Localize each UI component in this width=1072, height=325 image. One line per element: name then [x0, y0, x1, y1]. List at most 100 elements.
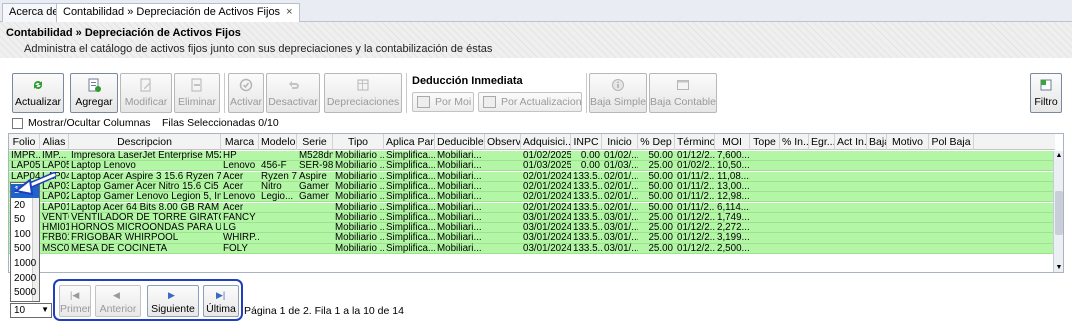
- table-cell: 2,500....: [717, 242, 750, 254]
- last-page-label: Última: [206, 303, 236, 315]
- table-cell: Simplifica...: [386, 242, 435, 254]
- baja-contable-label: Baja Contable: [650, 96, 716, 108]
- column-header[interactable]: Serie: [297, 134, 333, 150]
- page-size-option[interactable]: 5000: [11, 286, 39, 300]
- column-header[interactable]: Egr...: [809, 134, 835, 150]
- modificar-button[interactable]: Modificar: [120, 73, 172, 113]
- filtro-label: Filtro: [1034, 96, 1058, 108]
- table-cell: MSC01: [42, 242, 69, 254]
- page-info: Página 1 de 2. Fila 1 a la 10 de 14: [244, 305, 404, 317]
- column-header[interactable]: Deducible: [435, 134, 485, 150]
- actualizar-button[interactable]: Actualizar: [12, 73, 64, 113]
- show-hide-columns-checkbox[interactable]: [12, 118, 23, 129]
- check-circle-icon: [239, 78, 253, 92]
- column-header[interactable]: Tipo: [333, 134, 384, 150]
- page-size-option[interactable]: 500: [11, 242, 39, 256]
- column-header[interactable]: INPC: [571, 134, 602, 150]
- page-header: Contabilidad » Depreciación de Activos F…: [0, 22, 1072, 58]
- page-size-dropdown-list: 102050100500100020005000: [10, 182, 40, 302]
- column-header[interactable]: Folio: [9, 134, 40, 150]
- column-header[interactable]: % Dep: [638, 134, 675, 150]
- baja-contable-button[interactable]: Baja Contable: [649, 73, 717, 113]
- column-header[interactable]: Motivo: [887, 134, 929, 150]
- filtro-button[interactable]: Filtro: [1030, 73, 1062, 113]
- column-header[interactable]: Marca: [221, 134, 259, 150]
- column-header[interactable]: Inicio: [602, 134, 638, 150]
- close-icon[interactable]: ×: [286, 6, 292, 18]
- calculator-icon: [483, 96, 496, 108]
- first-page-label: Primer: [60, 303, 91, 315]
- info-circle-icon: [612, 79, 624, 91]
- table-cell: 01/12/2...: [677, 242, 715, 254]
- table-cell: MESA DE COCINETA: [71, 242, 168, 254]
- vertical-scrollbar[interactable]: ▲ ▼: [1053, 151, 1063, 272]
- table-cell: 25.00: [648, 242, 673, 254]
- por-actualizacion-label: Por Actualizacion: [501, 96, 582, 108]
- page-size-option[interactable]: 2000: [11, 272, 39, 286]
- table-cell: [485, 243, 521, 254]
- page-size-option[interactable]: 1000: [11, 257, 39, 271]
- page-size-option[interactable]: 50: [11, 213, 39, 227]
- tab-label: Contabilidad » Depreciación de Activos F…: [63, 6, 281, 18]
- scroll-down-icon[interactable]: ▼: [1055, 264, 1063, 272]
- page-size-option[interactable]: 100: [11, 228, 39, 242]
- table-cell: 03/01/2024: [523, 242, 571, 254]
- column-header[interactable]: Término: [675, 134, 715, 150]
- scroll-up-icon[interactable]: ▲: [1055, 152, 1063, 160]
- column-header[interactable]: % In...: [780, 134, 809, 150]
- page-size-value: 10: [14, 305, 26, 316]
- column-header[interactable]: Alias: [40, 134, 69, 150]
- scroll-thumb[interactable]: [1055, 191, 1063, 235]
- refresh-icon: [34, 81, 42, 89]
- table-cell: 03/01/...: [604, 242, 638, 254]
- chevron-down-icon: ▼: [41, 305, 49, 314]
- selected-rows-count: Filas Seleccionadas 0/10: [162, 117, 279, 129]
- column-header[interactable]: MOI: [715, 134, 750, 150]
- column-header[interactable]: Pol Baja: [929, 134, 974, 150]
- column-header[interactable]: Adquisici...: [521, 134, 571, 150]
- actualizar-label: Actualizar: [14, 96, 62, 108]
- depreciaciones-button[interactable]: Depreciaciones: [324, 73, 402, 113]
- prev-page-label: Anterior: [99, 303, 137, 315]
- first-page-button[interactable]: |◀ Primer: [59, 285, 91, 317]
- agregar-button[interactable]: Agregar: [70, 73, 118, 113]
- desactivar-button[interactable]: Desactivar: [266, 73, 320, 113]
- table-cell: FOLY: [223, 242, 248, 254]
- activar-button[interactable]: Activar: [228, 73, 264, 113]
- por-moi-button[interactable]: Por Moi: [412, 92, 474, 112]
- table-cell: [259, 243, 297, 254]
- undo-icon: [289, 81, 299, 89]
- column-header[interactable]: Modelo: [259, 134, 297, 150]
- next-page-button[interactable]: ▶ Siguiente: [147, 285, 199, 317]
- por-actualizacion-button[interactable]: Por Actualizacion: [478, 92, 582, 112]
- toolbar-separator: [406, 73, 407, 113]
- table-row[interactable]: MSC01MSC01MESA DE COCINETAFOLYMobiliario…: [9, 242, 1055, 254]
- tab-depreciacion[interactable]: Contabilidad » Depreciación de Activos F…: [56, 3, 300, 23]
- show-hide-columns-label[interactable]: Mostrar/Ocultar Columnas: [28, 117, 151, 129]
- toolbar-separator: [224, 73, 225, 113]
- filter-icon: [1040, 79, 1052, 91]
- last-page-button[interactable]: ▶| Última: [203, 285, 239, 317]
- column-header[interactable]: Observ...: [485, 134, 521, 150]
- next-page-label: Siguiente: [151, 303, 195, 315]
- column-header[interactable]: Tope: [750, 134, 780, 150]
- page-size-option[interactable]: 20: [11, 199, 39, 213]
- table-cell: [297, 243, 333, 254]
- modificar-label: Modificar: [124, 96, 168, 108]
- page-size-select[interactable]: 10 ▼: [10, 303, 52, 318]
- column-header[interactable]: Act In...: [835, 134, 867, 150]
- eliminar-button[interactable]: Eliminar: [174, 73, 220, 113]
- column-header[interactable]: Baja: [867, 134, 887, 150]
- tab-label: Acerca de: [9, 6, 59, 18]
- edit-document-icon: [140, 78, 151, 92]
- table-cell: Mobiliari...: [437, 242, 482, 254]
- prev-page-button[interactable]: ◀ Anterior: [95, 285, 141, 317]
- baja-simple-button[interactable]: Baja Simple: [589, 73, 647, 113]
- toolbar-separator: [586, 73, 587, 113]
- table-cell: 133.5...: [573, 242, 602, 254]
- column-header[interactable]: Aplica Para: [384, 134, 435, 150]
- first-page-icon: |◀: [70, 290, 80, 300]
- add-document-icon: [88, 78, 101, 92]
- desactivar-label: Desactivar: [268, 96, 318, 108]
- column-header[interactable]: Descripcion: [69, 134, 221, 150]
